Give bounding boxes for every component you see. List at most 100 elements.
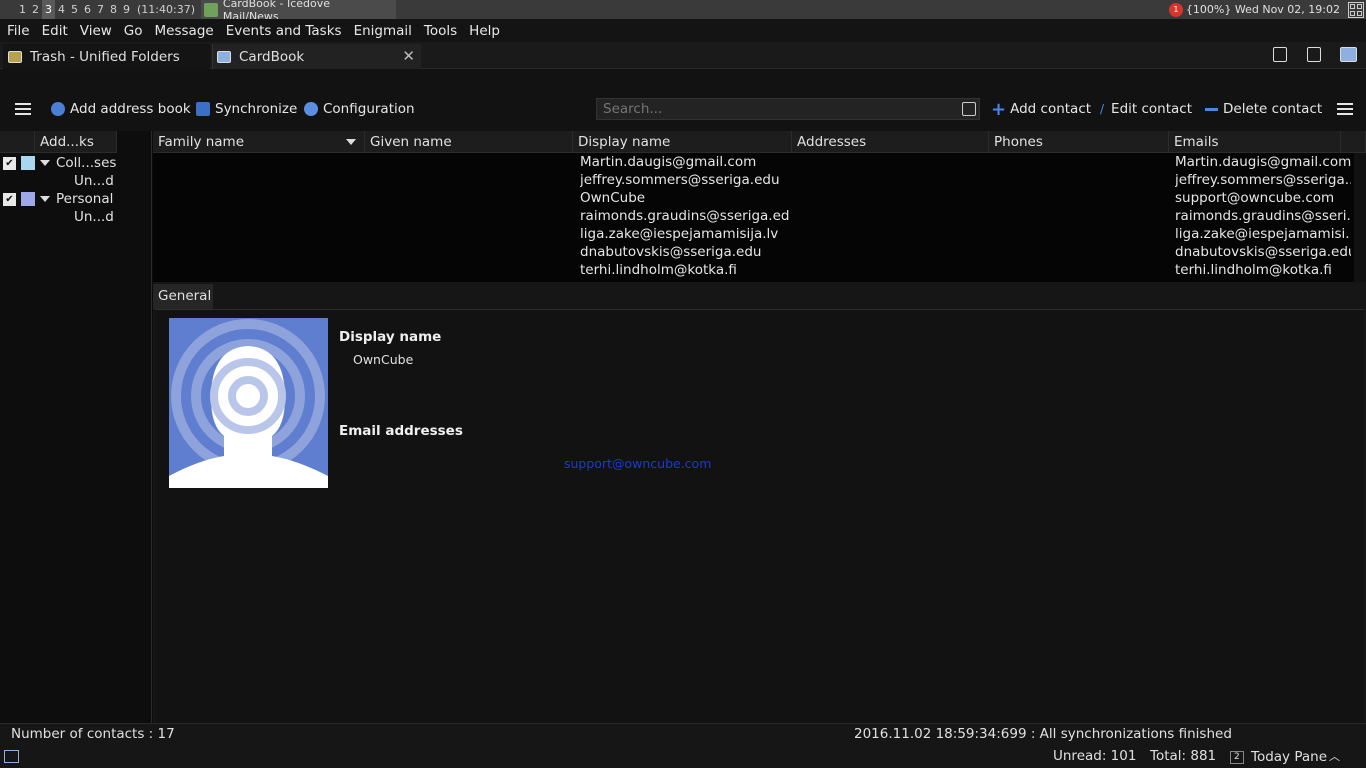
chevron-down-icon[interactable] — [40, 160, 50, 166]
color-swatch — [21, 192, 35, 206]
enabled-checkbox[interactable]: ✔ — [3, 156, 16, 170]
column-picker-icon[interactable] — [1341, 131, 1366, 153]
delete-contact-label: Delete contact — [1223, 101, 1323, 117]
search-input[interactable] — [596, 98, 980, 120]
column-header-family-name[interactable]: Family name — [153, 131, 365, 153]
menu-icon[interactable] — [15, 103, 31, 115]
column-header-emails[interactable]: Emails — [1169, 131, 1341, 153]
menu-message[interactable]: Message — [151, 23, 218, 39]
table-row-email[interactable]: liga.zake@iespejamamisi... — [1175, 226, 1351, 244]
edit-contact-button[interactable]: / Edit contact — [1100, 100, 1192, 118]
cardbook-icon — [217, 50, 231, 63]
tab-cardbook[interactable]: CardBook ✕ — [212, 44, 421, 69]
calendar-icon[interactable] — [1273, 47, 1287, 62]
menu-events-and-tasks[interactable]: Events and Tasks — [222, 23, 346, 39]
table-row-email[interactable]: raimonds.graudins@sseri... — [1175, 208, 1351, 226]
menu-file[interactable]: File — [3, 23, 34, 39]
addressbook-row-personal[interactable]: ✔ Personal — [0, 190, 113, 208]
sync-status: 2016.11.02 18:59:34:699 : All synchroniz… — [854, 726, 1232, 742]
globe-icon — [51, 102, 65, 116]
table-row-display[interactable]: Martin.daugis@gmail.com — [580, 154, 790, 172]
workspace-7[interactable]: 7 — [94, 0, 107, 19]
plus-icon: + — [991, 98, 1007, 120]
network-icon[interactable] — [4, 750, 19, 763]
table-row-email[interactable]: terhi.lindholm@kotka.fi — [1175, 262, 1351, 280]
table-row-email[interactable]: support@owncube.com — [1175, 190, 1351, 208]
workspace-2[interactable]: 2 — [29, 0, 42, 19]
workspace-8[interactable]: 8 — [107, 0, 120, 19]
column-header-addresses[interactable]: Addresses — [792, 131, 989, 153]
contact-avatar — [169, 318, 328, 488]
menu-tools[interactable]: Tools — [420, 23, 461, 39]
tab-trash[interactable]: Trash - Unified Folders — [3, 44, 210, 69]
search-icon[interactable] — [962, 102, 976, 116]
workspace-4[interactable]: 4 — [55, 0, 68, 19]
chevron-down-icon[interactable] — [40, 196, 50, 202]
table-row-display[interactable]: jeffrey.sommers@sseriga.edu — [580, 172, 790, 190]
notification-badge[interactable]: 1 — [1168, 2, 1183, 17]
sort-descending-icon — [346, 139, 356, 145]
menu-help[interactable]: Help — [465, 23, 504, 39]
table-row-email[interactable]: dnabutovskis@sseriga.edu — [1175, 244, 1351, 262]
column-header-checkbox[interactable] — [0, 131, 35, 153]
sync-icon — [196, 102, 210, 116]
edit-contact-label: Edit contact — [1111, 101, 1193, 117]
close-icon[interactable]: ✕ — [402, 47, 415, 65]
add-address-book-button[interactable]: Add address book — [51, 100, 191, 118]
column-label: Family name — [158, 134, 245, 150]
unread-count: Unread: 101 — [1053, 748, 1137, 764]
email-link[interactable]: support@owncube.com — [564, 456, 711, 471]
system-tray: 1 {100%} Wed Nov 02, 19:02 — [1168, 0, 1366, 19]
configuration-button[interactable]: Configuration — [304, 100, 415, 118]
taskbar-window[interactable]: CardBook - Icedove Mail/News — [201, 0, 396, 23]
menu-go[interactable]: Go — [120, 23, 147, 39]
workspace-1[interactable]: 1 — [16, 0, 29, 19]
cardbook-toolbar: Add address book Synchronize Configurati… — [0, 69, 1366, 131]
synchronize-button[interactable]: Synchronize — [196, 100, 297, 118]
category-row[interactable]: Un...d — [74, 172, 114, 190]
table-row-display[interactable]: raimonds.graudins@sseriga.edu — [580, 208, 790, 226]
cardbook-icon[interactable] — [1340, 47, 1357, 62]
menu-icon[interactable] — [1337, 103, 1353, 115]
menu-view[interactable]: View — [76, 23, 116, 39]
tray-status: {100%} Wed Nov 02, 19:02 — [1185, 3, 1340, 16]
tab-cardbook-label: CardBook — [239, 48, 305, 65]
display-name-label: Display name — [339, 329, 442, 345]
tab-trash-label: Trash - Unified Folders — [30, 48, 180, 65]
pencil-icon: / — [1100, 102, 1105, 116]
tab-bar: Trash - Unified Folders CardBook ✕ — [0, 42, 1366, 69]
table-row-display[interactable]: liga.zake@iespejamamisija.lv — [580, 226, 790, 244]
table-row-display[interactable]: OwnCube — [580, 190, 790, 208]
menu-edit[interactable]: Edit — [38, 23, 72, 39]
enabled-checkbox[interactable]: ✔ — [3, 192, 16, 206]
today-pane-button[interactable]: Today Pane — [1251, 749, 1327, 765]
category-row[interactable]: Un...d — [74, 208, 114, 226]
layout-grid-icon[interactable] — [1348, 1, 1364, 18]
system-taskbar: 1 2 3 4 5 6 7 8 9 (11:40:37) CardBook - … — [0, 0, 1366, 23]
menu-enigmail[interactable]: Enigmail — [350, 23, 416, 39]
configuration-label: Configuration — [323, 101, 415, 117]
color-swatch — [21, 156, 35, 170]
add-contact-button[interactable]: + Add contact — [991, 98, 1091, 120]
table-row-display[interactable]: dnabutovskis@sseriga.edu — [580, 244, 790, 262]
delete-contact-button[interactable]: Delete contact — [1205, 100, 1322, 118]
column-header-phones[interactable]: Phones — [989, 131, 1169, 153]
workspace-6[interactable]: 6 — [81, 0, 94, 19]
tab-general[interactable]: General — [153, 284, 213, 309]
table-scrollbar[interactable] — [1354, 153, 1366, 282]
addressbook-name: Coll...ses — [56, 155, 117, 171]
trash-icon — [8, 50, 22, 63]
column-header-display-name[interactable]: Display name — [573, 131, 792, 153]
table-row-display[interactable]: terhi.lindholm@kotka.fi — [580, 262, 790, 280]
contacts-table: Family name Given name Display name Addr… — [153, 131, 1366, 282]
column-header-addressbooks[interactable]: Add...ks — [35, 131, 117, 153]
workspace-5[interactable]: 5 — [68, 0, 81, 19]
column-header-given-name[interactable]: Given name — [365, 131, 573, 153]
addressbook-row-collected[interactable]: ✔ Coll...ses — [0, 154, 116, 172]
table-row-email[interactable]: Martin.daugis@gmail.com — [1175, 154, 1351, 172]
tasks-icon[interactable] — [1307, 47, 1321, 62]
chevron-up-icon[interactable]: ︿ — [1329, 748, 1340, 764]
table-row-email[interactable]: jeffrey.sommers@sseriga... — [1175, 172, 1351, 190]
workspace-9[interactable]: 9 — [120, 0, 133, 19]
workspace-3[interactable]: 3 — [42, 0, 55, 19]
